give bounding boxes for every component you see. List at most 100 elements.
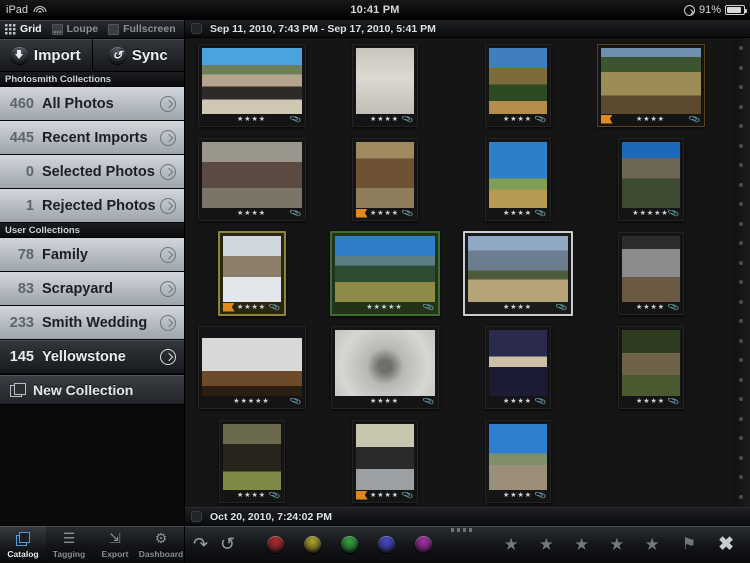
scroll-dot[interactable]	[739, 397, 743, 401]
scroll-dot[interactable]	[739, 319, 743, 323]
view-mode-fullscreen[interactable]: Fullscreen	[108, 23, 176, 35]
chevron-right-icon[interactable]	[160, 164, 176, 180]
photo-cell[interactable]: ★★★★📎	[318, 38, 451, 132]
sidebar-item-rejected-photos[interactable]: 1 Rejected Photos	[0, 189, 184, 223]
new-collection-button[interactable]: New Collection	[0, 374, 184, 405]
rotate-left-icon[interactable]: ↷	[193, 535, 212, 554]
reject-x-icon[interactable]: ✖	[718, 535, 734, 554]
green-label[interactable]	[341, 536, 358, 553]
sidebar-item-smith-wedding[interactable]: 233 Smith Wedding	[0, 306, 184, 340]
photo-thumbnail-mule-deer[interactable]: ★★★★📎	[618, 326, 684, 409]
chevron-right-icon[interactable]	[160, 315, 176, 331]
photo-cell[interactable]: ★★★★📎	[584, 320, 717, 414]
scroll-dot[interactable]	[739, 202, 743, 206]
chevron-right-icon[interactable]	[160, 130, 176, 146]
chevron-right-icon[interactable]	[160, 281, 176, 297]
photo-thumbnail-geyser-pool[interactable]: ★★★★📎	[198, 44, 306, 127]
scroll-dot[interactable]	[739, 378, 743, 382]
photo-cell[interactable]: ★★★★📎	[451, 414, 584, 508]
photo-cell[interactable]: ★★★★📎	[318, 414, 451, 508]
photo-cell[interactable]: ★★★★📎	[451, 320, 584, 414]
photo-thumbnail-raven-rock[interactable]: ★★★★📎	[352, 420, 418, 503]
star-button-4[interactable]: ★	[609, 536, 624, 553]
photo-thumbnail-geyser-steam-wide[interactable]: ★★★★★📎	[198, 326, 306, 409]
scroll-dot[interactable]	[739, 280, 743, 284]
photo-cell[interactable]: ★★★★★📎	[318, 226, 451, 320]
scroll-dot[interactable]	[739, 339, 743, 343]
scroll-dot[interactable]	[739, 495, 743, 499]
scroll-dot[interactable]	[739, 85, 743, 89]
tab-export[interactable]: ⇲ Export	[92, 526, 138, 563]
sync-button[interactable]: ↺ Sync	[93, 39, 185, 71]
scroll-dot[interactable]	[739, 144, 743, 148]
scroll-dot[interactable]	[739, 300, 743, 304]
scroll-dot[interactable]	[739, 46, 743, 50]
photo-thumbnail-canyon-falls[interactable]: ★★★★📎	[218, 231, 286, 316]
photo-cell[interactable]: ★★★★📎	[451, 38, 584, 132]
sidebar-item-yellowstone[interactable]: 145 Yellowstone	[0, 340, 184, 374]
scroll-indicator[interactable]	[732, 38, 750, 507]
photo-cell[interactable]: ★★★★📎	[584, 38, 717, 132]
scroll-dot[interactable]	[739, 241, 743, 245]
sidebar-item-scrapyard[interactable]: 83 Scrapyard	[0, 272, 184, 306]
star-button-1[interactable]: ★	[503, 536, 518, 553]
scroll-dot[interactable]	[739, 417, 743, 421]
star-button-2[interactable]: ★	[539, 536, 554, 553]
purple-label[interactable]	[415, 536, 432, 553]
chevron-right-icon[interactable]	[160, 349, 176, 365]
scroll-dot[interactable]	[739, 475, 743, 479]
chevron-right-icon[interactable]	[160, 96, 176, 112]
scroll-dot[interactable]	[739, 436, 743, 440]
photo-thumbnail-lower-falls[interactable]: ★★★★★📎	[618, 138, 684, 221]
photo-cell[interactable]: ★★★★📎	[451, 226, 584, 320]
photo-cell[interactable]: ★★★★📎	[185, 414, 318, 508]
chevron-right-icon[interactable]	[160, 198, 176, 214]
star-button-5[interactable]: ★	[644, 536, 659, 553]
scroll-dot[interactable]	[739, 222, 743, 226]
sidebar-item-recent-imports[interactable]: 445 Recent Imports	[0, 121, 184, 155]
scroll-dot[interactable]	[739, 261, 743, 265]
import-button[interactable]: Import	[0, 39, 93, 71]
blue-label[interactable]	[378, 536, 395, 553]
tab-catalog[interactable]: Catalog	[0, 526, 46, 563]
scroll-dot[interactable]	[739, 66, 743, 70]
photo-cell[interactable]: ★★★★📎	[318, 132, 451, 226]
scroll-dot[interactable]	[739, 456, 743, 460]
photo-thumbnail-teton-range[interactable]: ★★★★📎	[463, 231, 573, 316]
photo-cell[interactable]: ★★★★★📎	[584, 132, 717, 226]
yellow-label[interactable]	[304, 536, 321, 553]
red-label[interactable]	[267, 536, 284, 553]
photo-cell[interactable]: ★★★★📎	[318, 320, 451, 414]
photo-thumbnail-autumn-river[interactable]: ★★★★📎	[485, 44, 551, 127]
drag-handle-icon[interactable]	[451, 528, 473, 532]
scroll-dot[interactable]	[739, 358, 743, 362]
tab-dashboard[interactable]: ⚙ Dashboard	[138, 526, 184, 563]
photo-thumbnail-teton-reflection[interactable]: ★★★★★📎	[330, 231, 440, 316]
rotate-right-icon[interactable]: ↺	[220, 535, 239, 554]
photo-thumbnail-bison-standing[interactable]: ★★★★📎	[352, 138, 418, 221]
sidebar-item-selected-photos[interactable]: 0 Selected Photos	[0, 155, 184, 189]
photo-cell[interactable]: ★★★★📎	[584, 226, 717, 320]
photo-cell[interactable]: ★★★★📎	[185, 226, 318, 320]
photo-cell[interactable]: ★★★★📎	[451, 132, 584, 226]
scroll-dot[interactable]	[739, 163, 743, 167]
view-mode-grid[interactable]: Grid	[5, 23, 42, 35]
photo-cell[interactable]: ★★★★📎	[185, 132, 318, 226]
photo-thumbnail-moose-brush[interactable]: ★★★★📎	[219, 420, 285, 503]
photo-thumbnail-snow-tree-shadow[interactable]: ★★★★📎	[352, 44, 418, 127]
flag-icon[interactable]: ⚑	[682, 537, 696, 553]
photo-thumbnail-storm-cliff[interactable]: ★★★★📎	[485, 326, 551, 409]
tab-tagging[interactable]: ☰ Tagging	[46, 526, 92, 563]
photo-thumbnail-steam-vent[interactable]: ★★★★📎	[618, 232, 684, 315]
star-button-3[interactable]: ★	[574, 536, 589, 553]
sidebar-item-family[interactable]: 78 Family	[0, 238, 184, 272]
sidebar-item-all-photos[interactable]: 460 All Photos	[0, 87, 184, 121]
photo-thumbnail-bison-pair[interactable]: ★★★★📎	[198, 138, 306, 221]
chevron-right-icon[interactable]	[160, 247, 176, 263]
scroll-dot[interactable]	[739, 183, 743, 187]
scroll-dot[interactable]	[739, 105, 743, 109]
view-mode-loupe[interactable]: Loupe	[52, 23, 99, 35]
photo-thumbnail-hot-spring-swirl[interactable]: ★★★★📎	[331, 326, 439, 409]
photo-thumbnail-elk-meadow[interactable]: ★★★★📎	[597, 44, 705, 127]
photo-cell[interactable]: ★★★★★📎	[185, 320, 318, 414]
